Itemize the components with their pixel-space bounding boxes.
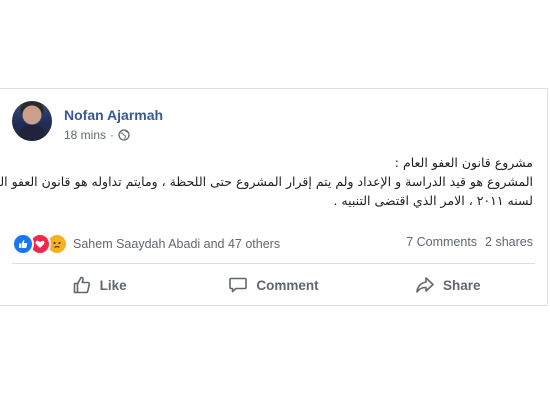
globe-icon[interactable]	[118, 129, 130, 141]
thumbs-up-icon	[73, 276, 90, 294]
post-card: Nofan Ajarmah 18 mins · مشروع قانون العف…	[0, 88, 548, 306]
avatar[interactable]	[12, 101, 52, 141]
comment-label: Comment	[256, 277, 319, 293]
author-name[interactable]: Nofan Ajarmah	[64, 107, 163, 123]
like-reaction-icon	[12, 233, 34, 255]
comment-icon	[229, 277, 248, 293]
post-time[interactable]: 18 mins	[64, 128, 106, 142]
post-text-line: المشروع هو قيد الدراسة و الإعداد ولم يتم…	[0, 174, 533, 189]
post-text: مشروع قانون العفو العام : المشروع هو قيد…	[0, 153, 533, 210]
meta-separator: ·	[110, 128, 115, 142]
share-button[interactable]: Share	[361, 267, 535, 303]
share-icon	[416, 277, 434, 293]
share-label: Share	[443, 277, 481, 293]
shares-count[interactable]: 2 shares	[485, 235, 533, 249]
reaction-names[interactable]: Sahem Saaydah Abadi and 47 others	[73, 237, 280, 251]
comments-count[interactable]: 7 Comments	[406, 235, 477, 249]
engagement-counts: 7 Comments 2 shares	[406, 235, 533, 249]
like-button[interactable]: Like	[12, 267, 186, 303]
divider	[12, 263, 535, 264]
post-text-line: لسنه ٢٠١١ ، الامر الذي اقتضى التنبيه .	[333, 193, 533, 208]
post-text-line: مشروع قانون العفو العام :	[394, 155, 533, 170]
like-label: Like	[99, 277, 127, 293]
comment-button[interactable]: Comment	[186, 267, 360, 303]
avatar-figure	[18, 125, 46, 141]
reactions-summary[interactable]: Sahem Saaydah Abadi and 47 others	[12, 233, 280, 255]
post-meta: 18 mins ·	[64, 128, 130, 142]
action-bar: Like Comment Share	[12, 267, 535, 303]
